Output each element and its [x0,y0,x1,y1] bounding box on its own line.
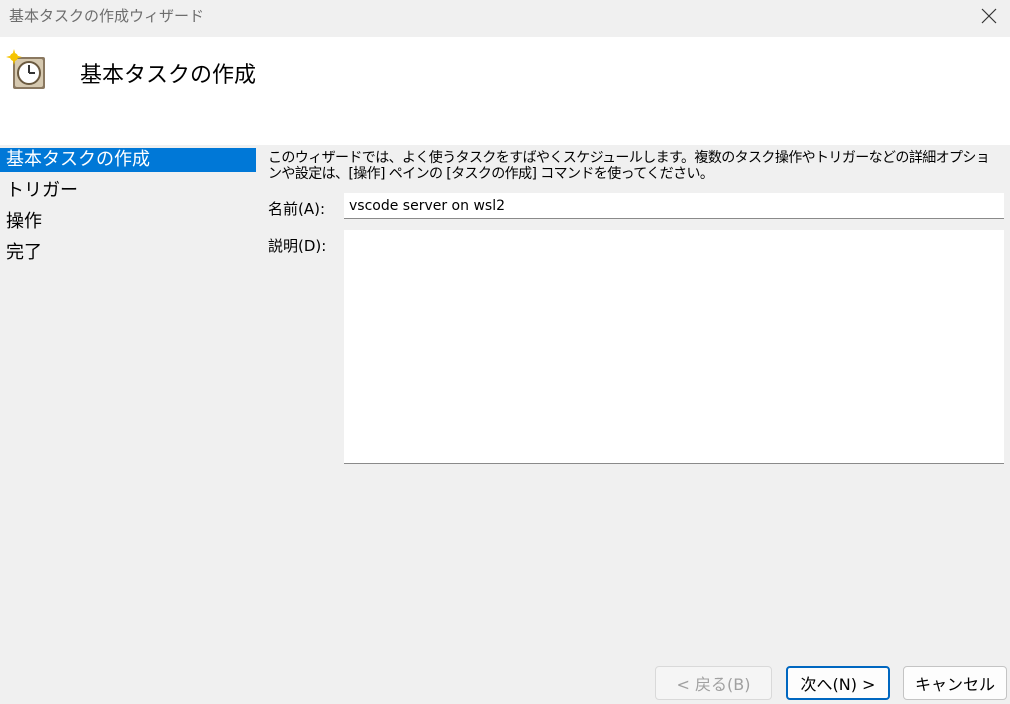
description-label: 説明(D): [268,237,327,255]
step-action[interactable]: 操作 [0,210,256,234]
wizard-steps: 基本タスクの作成 トリガー 操作 完了 [0,148,256,658]
step-create-basic-task[interactable]: 基本タスクの作成 [0,148,256,172]
close-icon [981,8,997,24]
step-trigger[interactable]: トリガー [0,179,256,203]
window-title: 基本タスクの作成ウィザード [9,7,205,25]
step-finish[interactable]: 完了 [0,241,256,265]
page-title: 基本タスクの作成 [80,63,257,88]
next-button[interactable]: 次へ(N) > [786,666,890,700]
description-textarea[interactable] [344,230,1004,464]
close-button[interactable] [974,3,1004,29]
name-input[interactable] [344,193,1004,219]
title-bar: 基本タスクの作成ウィザード [0,0,1010,37]
back-button[interactable]: < 戻る(B) [655,666,772,700]
wizard-header: 基本タスクの作成 [0,37,1010,145]
task-scheduler-clock-icon [6,49,45,89]
wizard-description: このウィザードでは、よく使うタスクをすばやくスケジュールします。複数のタスク操作… [268,150,990,182]
name-label: 名前(A): [268,200,326,218]
cancel-button[interactable]: キャンセル [903,666,1007,700]
